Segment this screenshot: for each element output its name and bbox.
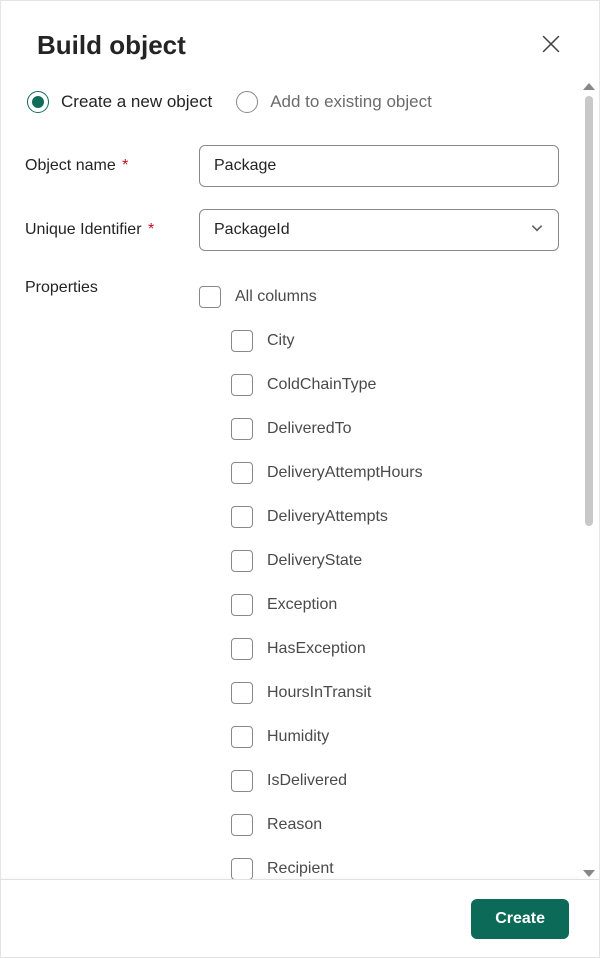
dialog-title: Build object	[37, 30, 186, 61]
checkbox-icon	[231, 330, 253, 352]
checkbox-property[interactable]: HoursInTransit	[199, 671, 559, 715]
checkbox-label: Exception	[267, 596, 337, 614]
properties-list: All columns City ColdChainType DeliveredTo…	[199, 273, 559, 879]
mode-radio-group: Create a new object Add to existing obje…	[23, 91, 559, 113]
scroll-up-arrow-icon[interactable]	[583, 83, 595, 90]
required-asterisk: *	[144, 221, 155, 238]
dialog-footer: Create	[1, 879, 599, 957]
checkbox-property[interactable]: Recipient	[199, 847, 559, 879]
select-value: PackageId	[214, 221, 290, 239]
unique-identifier-select[interactable]: PackageId	[199, 209, 559, 251]
scroll-track[interactable]	[585, 96, 593, 864]
checkbox-label: DeliveryAttemptHours	[267, 464, 423, 482]
create-button[interactable]: Create	[471, 899, 569, 939]
checkbox-property[interactable]: HasException	[199, 627, 559, 671]
checkbox-property[interactable]: DeliveryState	[199, 539, 559, 583]
vertical-scrollbar[interactable]	[579, 81, 599, 879]
object-name-input[interactable]	[199, 145, 559, 187]
checkbox-label: HoursInTransit	[267, 684, 371, 702]
radio-icon	[27, 91, 49, 113]
checkbox-label: City	[267, 332, 295, 350]
properties-label: Properties	[23, 273, 199, 297]
checkbox-property[interactable]: DeliveryAttemptHours	[199, 451, 559, 495]
checkbox-label: Reason	[267, 816, 322, 834]
unique-identifier-label: Unique Identifier *	[23, 221, 199, 239]
checkbox-label: Humidity	[267, 728, 329, 746]
checkbox-property[interactable]: IsDelivered	[199, 759, 559, 803]
radio-create-new[interactable]: Create a new object	[27, 91, 212, 113]
radio-add-existing[interactable]: Add to existing object	[236, 91, 432, 113]
checkbox-label: DeliveredTo	[267, 420, 351, 438]
checkbox-all-columns[interactable]: All columns	[199, 275, 559, 319]
checkbox-property[interactable]: ColdChainType	[199, 363, 559, 407]
checkbox-property[interactable]: Exception	[199, 583, 559, 627]
checkbox-icon	[231, 462, 253, 484]
chevron-down-icon	[530, 221, 544, 240]
checkbox-icon	[231, 814, 253, 836]
checkbox-icon	[231, 638, 253, 660]
checkbox-icon	[231, 726, 253, 748]
checkbox-label: All columns	[235, 288, 317, 306]
close-icon	[542, 35, 560, 56]
checkbox-property[interactable]: Reason	[199, 803, 559, 847]
checkbox-label: DeliveryState	[267, 552, 362, 570]
object-name-label: Object name *	[23, 157, 199, 175]
unique-identifier-row: Unique Identifier * PackageId	[23, 209, 559, 251]
radio-label: Create a new object	[61, 92, 212, 112]
close-button[interactable]	[535, 29, 567, 61]
checkbox-property[interactable]: DeliveredTo	[199, 407, 559, 451]
checkbox-icon	[231, 682, 253, 704]
checkbox-label: IsDelivered	[267, 772, 347, 790]
required-asterisk: *	[118, 157, 129, 174]
dialog-body: Create a new object Add to existing obje…	[1, 81, 599, 879]
checkbox-icon	[231, 506, 253, 528]
checkbox-label: HasException	[267, 640, 366, 658]
scroll-down-arrow-icon[interactable]	[583, 870, 595, 877]
radio-label: Add to existing object	[270, 92, 432, 112]
checkbox-icon	[231, 374, 253, 396]
checkbox-icon	[231, 770, 253, 792]
checkbox-property[interactable]: City	[199, 319, 559, 363]
checkbox-icon	[231, 418, 253, 440]
checkbox-label: Recipient	[267, 860, 334, 878]
checkbox-icon	[199, 286, 221, 308]
scroll-thumb[interactable]	[585, 96, 593, 526]
checkbox-icon	[231, 594, 253, 616]
radio-icon	[236, 91, 258, 113]
checkbox-property[interactable]: Humidity	[199, 715, 559, 759]
build-object-dialog: Build object Create a new object Add to …	[0, 0, 600, 958]
object-name-row: Object name *	[23, 145, 559, 187]
checkbox-icon	[231, 550, 253, 572]
properties-row: Properties All columns City ColdChainType…	[23, 273, 559, 879]
form-scroll-area: Create a new object Add to existing obje…	[1, 81, 579, 879]
checkbox-property[interactable]: DeliveryAttempts	[199, 495, 559, 539]
dialog-header: Build object	[1, 1, 599, 81]
checkbox-label: DeliveryAttempts	[267, 508, 388, 526]
checkbox-icon	[231, 858, 253, 879]
checkbox-label: ColdChainType	[267, 376, 376, 394]
